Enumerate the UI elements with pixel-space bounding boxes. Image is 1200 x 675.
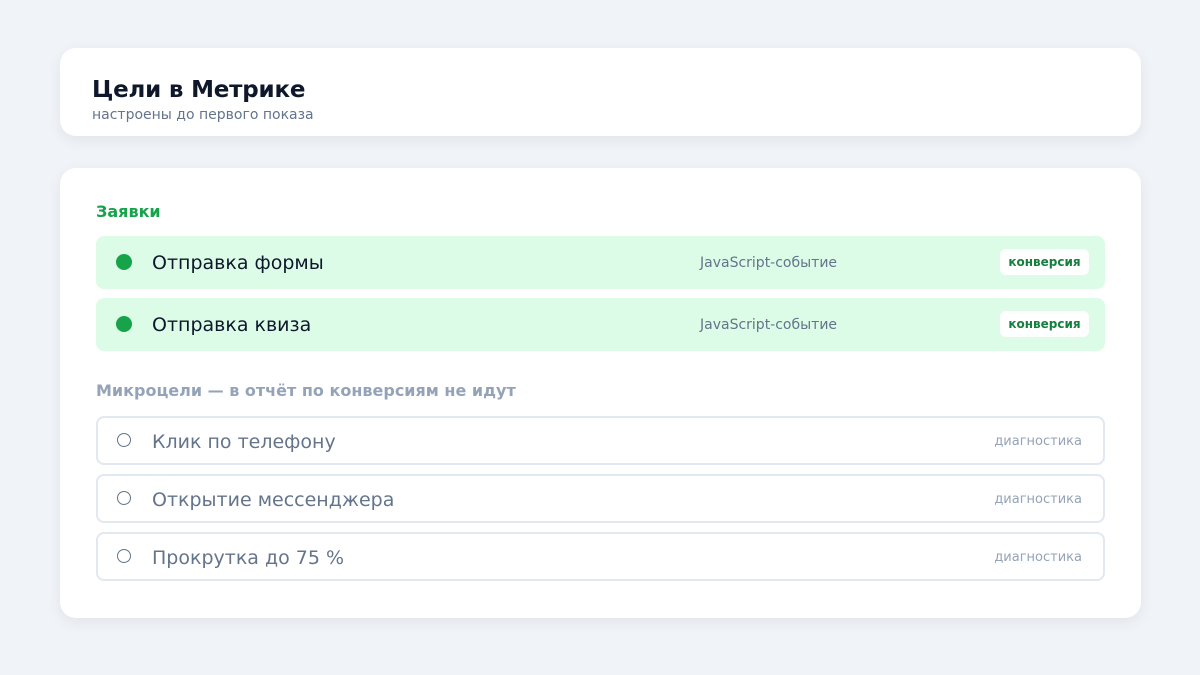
- micro-goal-name: Открытие мессенджера: [152, 489, 395, 511]
- goals-card: Заявки Отправка формы JavaScript-событие…: [60, 168, 1141, 618]
- conversion-badge: конверсия: [1000, 249, 1089, 275]
- micro-goal-row[interactable]: Прокрутка до 75 % диагностика: [96, 532, 1105, 581]
- empty-circle-icon: [117, 491, 131, 505]
- page-title: Цели в Метрике: [92, 77, 306, 103]
- diagnostics-tag: диагностика: [994, 492, 1082, 507]
- micro-goal-name: Клик по телефону: [152, 431, 336, 453]
- micro-goal-name: Прокрутка до 75 %: [152, 547, 345, 569]
- diagnostics-tag: диагностика: [994, 434, 1082, 449]
- goal-name: Отправка формы: [152, 252, 324, 274]
- goal-row[interactable]: Отправка формы JavaScript-событие конвер…: [96, 236, 1105, 289]
- diagnostics-tag: диагностика: [994, 550, 1082, 565]
- goal-row[interactable]: Отправка квиза JavaScript-событие конвер…: [96, 298, 1105, 351]
- header-card: Цели в Метрике настроены до первого пока…: [60, 48, 1141, 136]
- goal-type: JavaScript-событие: [700, 317, 838, 333]
- filled-dot-icon: [116, 316, 132, 332]
- empty-circle-icon: [117, 549, 131, 563]
- goal-name: Отправка квиза: [152, 314, 312, 336]
- page-subtitle: настроены до первого показа: [92, 107, 314, 123]
- micro-goals-section-heading: Микроцели — в отчёт по конверсиям не иду…: [96, 381, 516, 400]
- micro-goal-row[interactable]: Клик по телефону диагностика: [96, 416, 1105, 465]
- goal-type: JavaScript-событие: [700, 255, 838, 271]
- empty-circle-icon: [117, 433, 131, 447]
- micro-goal-row[interactable]: Открытие мессенджера диагностика: [96, 474, 1105, 523]
- filled-dot-icon: [116, 254, 132, 270]
- goals-section-heading: Заявки: [96, 202, 161, 221]
- conversion-badge: конверсия: [1000, 311, 1089, 337]
